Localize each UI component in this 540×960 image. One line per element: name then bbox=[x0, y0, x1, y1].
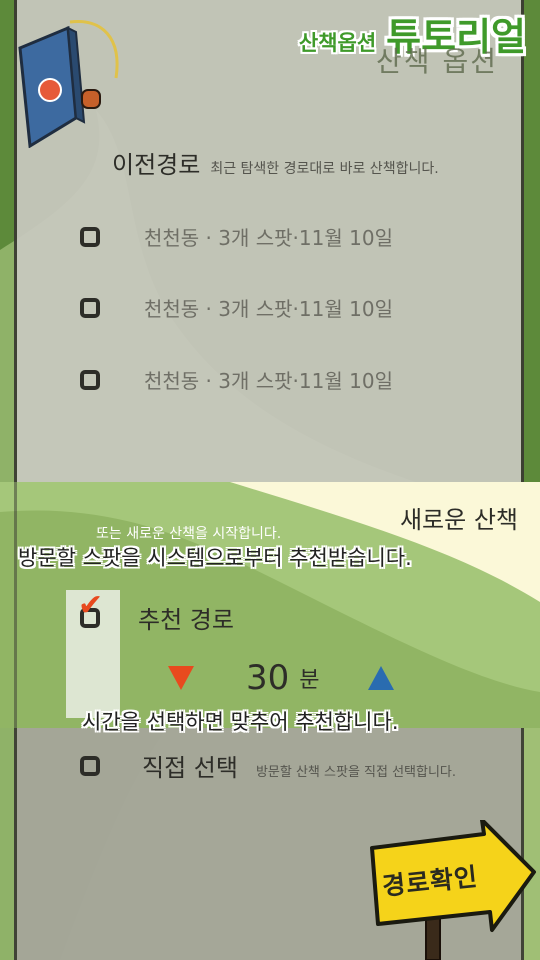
recommend-route-label: 추천 경로 bbox=[138, 606, 234, 634]
previous-routes-header: 이전경로 최근 탐색한 경로대로 바로 산책합니다. bbox=[112, 145, 439, 180]
screen-title: 산책 옵션 bbox=[376, 45, 498, 78]
decrease-time-button[interactable] bbox=[168, 666, 194, 690]
time-unit: 분 bbox=[299, 668, 320, 693]
time-value: 30 bbox=[246, 658, 290, 698]
guide-book-icon bbox=[18, 20, 119, 148]
route-checkbox[interactable] bbox=[80, 369, 100, 390]
route-label: 천천동 · 3개 스팟·11월 10일 bbox=[144, 226, 393, 250]
check-mark-icon: ✔ bbox=[78, 588, 104, 623]
route-checkbox[interactable] bbox=[80, 226, 100, 247]
direct-select-desc: 방문할 산책 스팟을 직접 선택합니다. bbox=[255, 765, 457, 780]
tutorial-sub-label: 산책옵션 bbox=[298, 31, 377, 55]
direct-select-checkbox[interactable] bbox=[80, 755, 100, 776]
route-checkbox[interactable] bbox=[80, 297, 100, 318]
route-label: 천천동 · 3개 스팟·11월 10일 bbox=[144, 369, 393, 393]
previous-route-item[interactable]: 천천동 · 3개 스팟·11월 10일 bbox=[80, 222, 393, 251]
direct-select-label: 직접 선택 bbox=[142, 754, 238, 782]
direct-select-option[interactable]: 직접 선택 방문할 산책 스팟을 직접 선택합니다. bbox=[80, 748, 456, 783]
new-walk-desc: 또는 새로운 산책을 시작합니다. bbox=[96, 526, 282, 542]
previous-route-item[interactable]: 천천동 · 3개 스팟·11월 10일 bbox=[80, 365, 393, 394]
route-label: 천천동 · 3개 스팟·11월 10일 bbox=[144, 297, 393, 321]
previous-route-item[interactable]: 천천동 · 3개 스팟·11월 10일 bbox=[80, 293, 393, 322]
previous-routes-title: 이전경로 bbox=[112, 151, 201, 179]
time-selector: 30 분 bbox=[168, 658, 394, 698]
new-walk-title: 새로운 산책 bbox=[399, 506, 518, 534]
tutorial-callout-time: 시간을 선택하면 맞추어 추천합니다. bbox=[82, 710, 399, 734]
tutorial-callout-recommend: 방문할 스팟을 시스템으로부터 추천받습니다. bbox=[18, 546, 412, 570]
previous-routes-desc: 최근 탐색한 경로대로 바로 산책합니다. bbox=[210, 161, 439, 177]
increase-time-button[interactable] bbox=[367, 666, 394, 690]
